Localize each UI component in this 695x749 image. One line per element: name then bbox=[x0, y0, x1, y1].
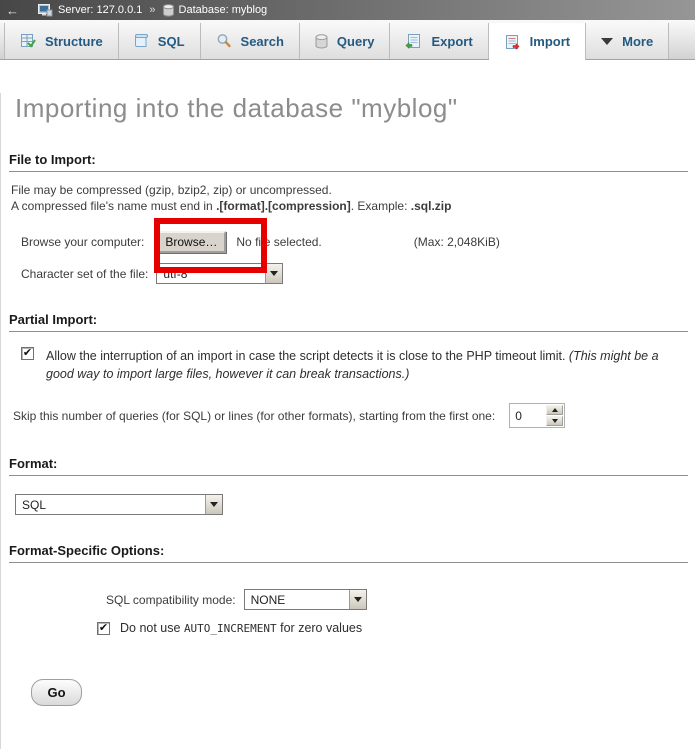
charset-selected-value: utf-8 bbox=[157, 264, 193, 283]
section-heading-file-to-import: File to Import: bbox=[9, 152, 688, 172]
export-icon bbox=[405, 33, 422, 49]
sql-compatibility-label: SQL compatibility mode: bbox=[106, 593, 236, 607]
sql-compatibility-value: NONE bbox=[245, 590, 292, 609]
main-content: Importing into the database "myblog" Fil… bbox=[0, 93, 695, 749]
allow-interruption-checkbox[interactable] bbox=[21, 347, 34, 360]
section-heading-format-specific: Format-Specific Options: bbox=[9, 543, 688, 563]
auto-increment-label: Do not use AUTO_INCREMENT for zero value… bbox=[120, 621, 362, 635]
breadcrumb-database[interactable]: Database: myblog bbox=[179, 4, 268, 16]
spinner-down-icon[interactable] bbox=[546, 416, 563, 426]
charset-label: Character set of the file: bbox=[21, 267, 148, 281]
tab-bar: Structure SQL Search Query bbox=[0, 20, 695, 60]
search-icon bbox=[216, 33, 232, 49]
dropdown-arrow-icon[interactable] bbox=[349, 590, 366, 609]
spinner-up-icon[interactable] bbox=[546, 405, 563, 415]
breadcrumb-separator: » bbox=[149, 4, 155, 16]
sql-compatibility-row: SQL compatibility mode: NONE bbox=[106, 589, 687, 610]
browse-row: Browse your computer: Browse… No file se… bbox=[21, 231, 687, 253]
section-heading-partial-import: Partial Import: bbox=[9, 312, 688, 332]
back-arrow-icon[interactable]: ← bbox=[6, 3, 19, 18]
allow-interruption-label: Allow the interruption of an import in c… bbox=[46, 347, 687, 383]
skip-queries-spinner bbox=[509, 403, 565, 428]
section-heading-format: Format: bbox=[9, 456, 688, 476]
breadcrumb-bar: ← Server: 127.0.0.1 » Database: myblog bbox=[0, 0, 695, 20]
allow-interruption-row: Allow the interruption of an import in c… bbox=[21, 347, 687, 383]
dropdown-arrow-icon[interactable] bbox=[265, 264, 282, 283]
structure-icon bbox=[20, 33, 36, 49]
import-icon bbox=[504, 34, 521, 50]
tab-label: Structure bbox=[45, 34, 103, 49]
browse-button[interactable]: Browse… bbox=[156, 231, 226, 253]
sql-icon bbox=[134, 33, 149, 49]
skip-queries-row: Skip this number of queries (for SQL) or… bbox=[13, 403, 687, 428]
skip-queries-label: Skip this number of queries (for SQL) or… bbox=[13, 409, 495, 423]
breadcrumb-server[interactable]: Server: 127.0.0.1 bbox=[58, 4, 142, 16]
no-file-selected-text: No file selected. bbox=[236, 235, 321, 249]
tab-label: Query bbox=[337, 34, 375, 49]
server-icon bbox=[38, 4, 53, 17]
auto-increment-row: Do not use AUTO_INCREMENT for zero value… bbox=[97, 621, 687, 635]
charset-row: Character set of the file: utf-8 bbox=[21, 263, 687, 284]
tab-import[interactable]: Import bbox=[489, 23, 586, 60]
compression-notes: File may be compressed (gzip, bzip2, zip… bbox=[11, 182, 687, 214]
tab-label: Export bbox=[431, 34, 472, 49]
tab-export[interactable]: Export bbox=[390, 23, 488, 59]
tab-label: Search bbox=[241, 34, 284, 49]
sql-compatibility-select[interactable]: NONE bbox=[244, 589, 367, 610]
tab-search[interactable]: Search bbox=[201, 23, 300, 59]
browse-label: Browse your computer: bbox=[21, 235, 144, 249]
tab-label: Import bbox=[530, 34, 570, 49]
format-selected-value: SQL bbox=[16, 495, 52, 514]
compression-note-line1: File may be compressed (gzip, bzip2, zip… bbox=[11, 182, 687, 198]
query-icon bbox=[315, 34, 328, 49]
dropdown-arrow-icon[interactable] bbox=[205, 495, 222, 514]
database-icon bbox=[163, 4, 174, 17]
tab-label: SQL bbox=[158, 34, 185, 49]
auto-increment-checkbox[interactable] bbox=[97, 622, 110, 635]
tab-structure[interactable]: Structure bbox=[4, 23, 119, 59]
tab-query[interactable]: Query bbox=[300, 23, 391, 59]
skip-queries-input[interactable] bbox=[511, 405, 544, 426]
tab-label: More bbox=[622, 34, 653, 49]
format-select[interactable]: SQL bbox=[15, 494, 223, 515]
max-upload-size: (Max: 2,048KiB) bbox=[414, 235, 500, 249]
chevron-down-icon bbox=[601, 38, 613, 45]
go-button[interactable]: Go bbox=[31, 679, 82, 706]
tab-more[interactable]: More bbox=[586, 23, 669, 59]
compression-note-line2: A compressed file's name must end in .[f… bbox=[11, 198, 687, 214]
spinner-buttons bbox=[546, 405, 563, 426]
page-title: Importing into the database "myblog" bbox=[15, 93, 687, 124]
charset-select[interactable]: utf-8 bbox=[156, 263, 283, 284]
tab-sql[interactable]: SQL bbox=[119, 23, 201, 59]
